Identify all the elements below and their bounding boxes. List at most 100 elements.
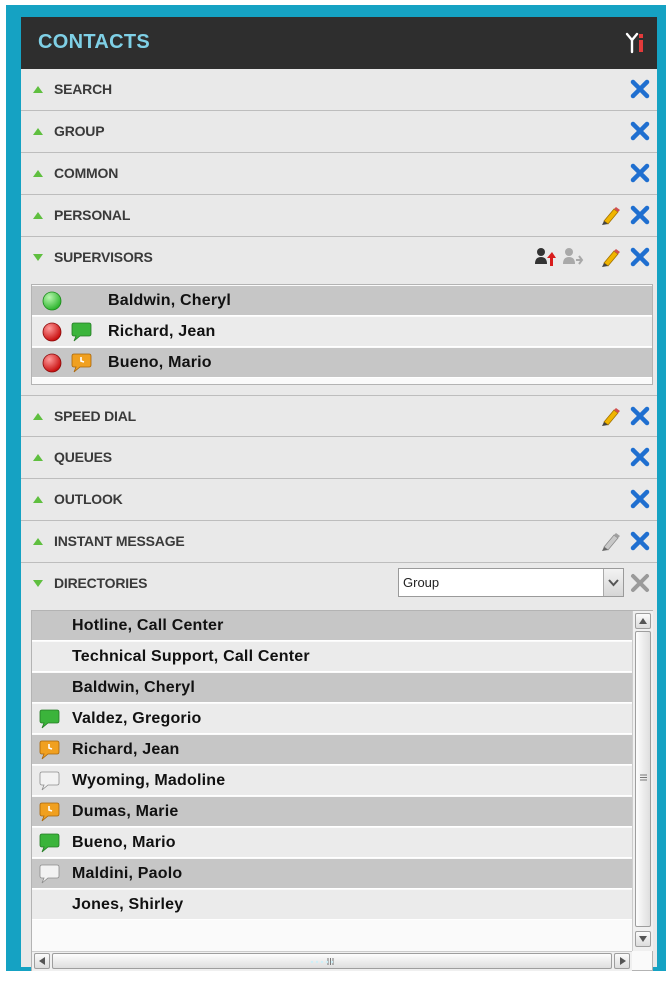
contact-name: Wyoming, Madoline [72,772,226,789]
arrow-down-icon [639,936,647,942]
chat-away-icon [38,740,60,760]
scroll-left-button[interactable] [34,953,50,969]
tools-icon[interactable] [624,31,646,55]
close-icon[interactable] [629,405,651,427]
presence-available-icon [42,291,62,311]
pencil-icon[interactable] [599,405,621,427]
contact-name: Maldini, Paolo [72,865,183,882]
list-item[interactable]: Valdez, Gregorio [32,704,632,734]
section-label: INSTANT MESSAGE [54,533,185,549]
close-icon[interactable] [629,120,651,142]
section-search[interactable]: SEARCH [21,69,657,111]
supervisors-list: Baldwin, Cheryl Richard, Jean Bueno, Mar… [31,284,653,385]
list-item[interactable]: Jones, Shirley [32,890,632,920]
scroll-right-button[interactable] [614,953,630,969]
section-label: DIRECTORIES [54,575,148,591]
close-icon[interactable] [629,204,651,226]
contact-name: Richard, Jean [72,741,180,758]
resize-grip-icon[interactable] [310,960,334,964]
list-item[interactable]: Wyoming, Madoline [32,766,632,796]
section-label: SPEED DIAL [54,408,137,424]
collapse-triangle-icon[interactable] [32,577,44,589]
scroll-up-button[interactable] [635,613,651,629]
collapse-triangle-icon[interactable] [32,251,44,263]
list-item[interactable]: Richard, Jean [32,317,652,347]
close-icon[interactable] [629,78,651,100]
scroll-down-button[interactable] [635,931,651,947]
list-item[interactable]: Baldwin, Cheryl [32,286,652,316]
chevron-down-icon [608,579,619,587]
list-item[interactable]: Bueno, Mario [32,348,652,378]
scroll-thumb[interactable] [635,631,651,927]
directories-list: Hotline, Call Center Technical Support, … [31,610,653,971]
pencil-icon[interactable] [599,246,621,268]
section-label: OUTLOOK [54,491,123,507]
expand-triangle-icon[interactable] [32,451,44,463]
close-icon[interactable] [629,572,651,594]
list-item[interactable]: Baldwin, Cheryl [32,673,632,703]
list-item[interactable]: Bueno, Mario [32,828,632,858]
section-personal[interactable]: PERSONAL [21,195,657,237]
section-label: GROUP [54,123,105,139]
expand-triangle-icon[interactable] [32,209,44,221]
pencil-icon[interactable] [599,530,621,552]
chat-available-icon [38,709,60,729]
list-item[interactable]: Hotline, Call Center [32,611,632,641]
chat-available-icon [38,833,60,853]
supervisor-transfer-icon[interactable] [562,246,584,268]
contact-name: Technical Support, Call Center [72,648,310,665]
list-item[interactable]: Richard, Jean [32,735,632,765]
section-label: SEARCH [54,81,112,97]
contacts-panel: CONTACTS SEARCH GROUP COMMON PERSONAL SU… [21,17,657,971]
chat-away-icon [70,353,92,373]
presence-busy-icon [42,322,62,342]
title-bar: CONTACTS [21,17,657,69]
chat-away-icon [38,802,60,822]
expand-triangle-icon[interactable] [32,83,44,95]
vertical-scrollbar[interactable] [632,611,653,951]
contact-name: Baldwin, Cheryl [72,679,196,696]
expand-triangle-icon[interactable] [32,410,44,422]
contact-name: Jones, Shirley [72,896,184,913]
contact-name: Valdez, Gregorio [72,710,202,727]
expand-triangle-icon[interactable] [32,493,44,505]
contact-name: Bueno, Mario [108,354,212,371]
section-label: COMMON [54,165,119,181]
section-outlook[interactable]: OUTLOOK [21,479,657,521]
contact-name: Hotline, Call Center [72,617,224,634]
close-icon[interactable] [629,488,651,510]
section-queues[interactable]: QUEUES [21,437,657,479]
contact-name: Baldwin, Cheryl [108,292,232,309]
close-icon[interactable] [629,446,651,468]
pencil-icon[interactable] [599,204,621,226]
presence-busy-icon [42,353,62,373]
arrow-left-icon [39,957,45,965]
section-label: QUEUES [54,449,112,465]
close-icon[interactable] [629,530,651,552]
arrow-up-icon [639,618,647,624]
panel-title: CONTACTS [38,31,151,53]
expand-triangle-icon[interactable] [32,167,44,179]
contact-name: Richard, Jean [108,323,216,340]
expand-triangle-icon[interactable] [32,535,44,547]
list-item[interactable]: Technical Support, Call Center [32,642,632,672]
section-supervisors[interactable]: SUPERVISORS [21,237,657,279]
select-dropdown-button[interactable] [603,569,623,596]
arrow-right-icon [620,957,626,965]
directory-type-select[interactable]: Group [398,568,624,597]
contact-name: Bueno, Mario [72,834,176,851]
close-icon[interactable] [629,246,651,268]
close-icon[interactable] [629,162,651,184]
list-item[interactable]: Dumas, Marie [32,797,632,827]
chat-offline-icon [38,771,60,791]
section-common[interactable]: COMMON [21,153,657,195]
supervisor-escalate-icon[interactable] [534,246,556,268]
section-label: SUPERVISORS [54,249,153,265]
list-item[interactable]: Maldini, Paolo [32,859,632,889]
expand-triangle-icon[interactable] [32,125,44,137]
section-directories[interactable]: DIRECTORIES Group [21,563,657,605]
section-speed-dial[interactable]: SPEED DIAL [21,395,657,437]
contact-name: Dumas, Marie [72,803,179,820]
section-group[interactable]: GROUP [21,111,657,153]
section-instant-message[interactable]: INSTANT MESSAGE [21,521,657,563]
